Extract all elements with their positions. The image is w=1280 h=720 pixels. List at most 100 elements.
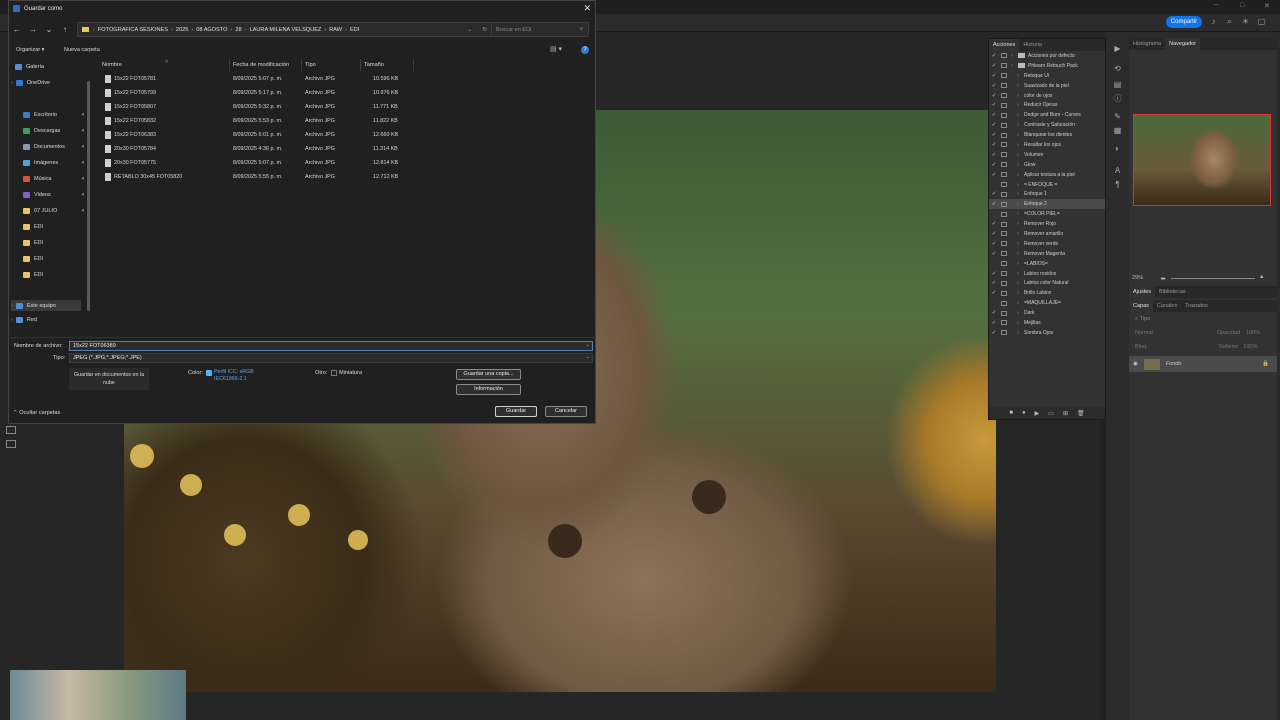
close-icon[interactable]: ✕: [583, 3, 591, 14]
expand-arrow-icon[interactable]: ›: [1017, 152, 1024, 158]
action-item[interactable]: ✓ › Phlearn Retouch Pack: [989, 61, 1105, 71]
delete-icon[interactable]: 🗑: [1077, 410, 1085, 417]
tab-navigator[interactable]: Navegador: [1165, 38, 1201, 50]
action-item[interactable]: ✓ › Retoque Ui: [989, 71, 1105, 81]
expand-arrow-icon[interactable]: ›: [1017, 201, 1024, 207]
hide-folders-button[interactable]: ⌃ Ocultar carpetas: [13, 410, 60, 416]
expand-arrow-icon[interactable]: ›: [1017, 280, 1024, 286]
file-row[interactable]: RETABLO 30x45 FOT05820 8/09/2025 5:55 p. …: [95, 171, 415, 184]
breadcrumb[interactable]: LAURA MILENA VELSQUEZ: [250, 27, 322, 33]
check-icon[interactable]: ✓: [989, 93, 999, 99]
type-select[interactable]: JPEG (*.JPG;*.JPEG;*.JPE) ⌄: [69, 353, 593, 363]
adjust-icon[interactable]: ◐: [1113, 144, 1122, 153]
dialog-toggle-icon[interactable]: [1001, 221, 1007, 227]
dialog-toggle-icon[interactable]: [1001, 122, 1007, 128]
check-icon[interactable]: ✓: [989, 201, 999, 207]
dialog-toggle-icon[interactable]: [1001, 83, 1007, 89]
action-item[interactable]: ✓ › Blanquear los dientes: [989, 130, 1105, 140]
expand-arrow-icon[interactable]: ›: [1017, 221, 1024, 227]
breadcrumb[interactable]: FOTOGRAFICA SESIONES: [98, 27, 168, 33]
chevron-down-icon[interactable]: ⌄: [585, 342, 590, 348]
breadcrumb[interactable]: 28: [235, 27, 241, 33]
zoom-out-icon[interactable]: ▂: [1161, 274, 1165, 280]
check-icon[interactable]: ✓: [989, 83, 999, 89]
tab-actions[interactable]: Acciones: [989, 39, 1020, 51]
action-item[interactable]: ✓ › Enfoque 2: [989, 199, 1105, 210]
check-icon[interactable]: ✓: [989, 271, 999, 277]
nav-folder[interactable]: EDI: [23, 240, 43, 246]
paragraph-icon[interactable]: ¶: [1113, 180, 1122, 189]
expand-arrow-icon[interactable]: ›: [1017, 271, 1024, 277]
action-item[interactable]: ✓ › Remover Magenta: [989, 249, 1105, 259]
refresh-icon[interactable]: ↻: [482, 27, 487, 33]
eye-icon[interactable]: ◉: [1133, 361, 1138, 367]
action-item[interactable]: ✓ › Glow: [989, 160, 1105, 170]
expand-arrow-icon[interactable]: ›: [1017, 300, 1024, 306]
save-button[interactable]: Guardar: [495, 406, 537, 417]
file-row[interactable]: 15x22 FOT05807 8/09/2025 5:32 p. m. Archiv…: [95, 101, 415, 114]
check-icon[interactable]: ✓: [989, 241, 999, 247]
file-row[interactable]: 20x30 FOT05784 8/09/2025 4:36 p. m. Archiv…: [95, 143, 415, 156]
nav-pictures[interactable]: Imágenes ✦: [23, 160, 85, 166]
tab-history[interactable]: Historia: [1019, 39, 1046, 51]
action-item[interactable]: ✓ › Mejillas: [989, 318, 1105, 328]
column-type[interactable]: Tipo: [305, 62, 316, 68]
brush-icon[interactable]: ✎: [1113, 112, 1122, 121]
dialog-toggle-icon[interactable]: [1001, 261, 1007, 267]
dialog-toggle-icon[interactable]: [1001, 271, 1007, 277]
action-item[interactable]: ✓ › Acciones por defecto: [989, 51, 1105, 61]
up-icon[interactable]: ↑: [57, 25, 73, 34]
tab-adjustments[interactable]: Ajustes: [1129, 286, 1156, 298]
nav-desktop[interactable]: Escritorio ✦: [23, 112, 85, 118]
file-row[interactable]: 15x22 FOT05781 8/09/2025 5:07 p. m. Archiv…: [95, 73, 415, 86]
check-icon[interactable]: ✓: [989, 102, 999, 108]
new-action-icon[interactable]: ⊞: [1063, 410, 1068, 417]
dialog-toggle-icon[interactable]: [1001, 53, 1007, 59]
nav-folder[interactable]: 07 JULIO ✦: [23, 208, 85, 214]
nav-scrollbar[interactable]: [87, 81, 90, 311]
check-icon[interactable]: ✓: [989, 221, 999, 227]
back-icon[interactable]: ←: [9, 25, 25, 34]
expand-arrow-icon[interactable]: ›: [1017, 112, 1024, 118]
expand-arrow-icon[interactable]: ›: [1017, 132, 1024, 138]
layer-row[interactable]: ◉ Fondo 🔒: [1129, 356, 1277, 372]
action-item[interactable]: ✓ › Dodge and Burn - Curves: [989, 110, 1105, 120]
expand-arrow-icon[interactable]: ›: [1017, 251, 1024, 257]
column-date[interactable]: Fecha de modificación: [233, 62, 289, 68]
play-icon[interactable]: ▶: [1035, 410, 1040, 417]
expand-arrow-icon[interactable]: ›: [1011, 53, 1018, 59]
check-icon[interactable]: ✓: [989, 290, 999, 296]
layer-filter-type[interactable]: Tipo: [1140, 316, 1151, 322]
action-item[interactable]: ✓ › Enfoque 1: [989, 189, 1105, 199]
cloud-save-button[interactable]: Guardar en documentos en la nube: [69, 368, 149, 390]
dialog-toggle-icon[interactable]: [1001, 290, 1007, 296]
help-icon[interactable]: ?: [581, 46, 589, 54]
dialog-toggle-icon[interactable]: [1001, 330, 1007, 336]
expand-arrow-icon[interactable]: ›: [1017, 102, 1024, 108]
action-item[interactable]: ✓ › Reducir Ojeras: [989, 100, 1105, 110]
dialog-toggle-icon[interactable]: [1001, 191, 1007, 197]
expand-arrow-icon[interactable]: ›: [1017, 310, 1024, 316]
nav-music[interactable]: Música ✦: [23, 176, 85, 182]
nav-folder[interactable]: EDI: [23, 272, 43, 278]
type-icon[interactable]: A: [1113, 166, 1122, 175]
dialog-toggle-icon[interactable]: [1001, 172, 1007, 178]
organize-button[interactable]: Organizar ▾: [16, 47, 44, 53]
screen-mode-icon[interactable]: [6, 440, 16, 448]
zoom-slider[interactable]: [1171, 278, 1255, 279]
action-item[interactable]: › =LABIOS=: [989, 259, 1105, 269]
action-item[interactable]: ✓ › Aplicar textura a la piel: [989, 170, 1105, 180]
history-icon[interactable]: ⟲: [1113, 64, 1122, 73]
record-icon[interactable]: ●: [1022, 410, 1026, 416]
properties-icon[interactable]: ▤: [1113, 80, 1122, 89]
search-input[interactable]: Buscar en EDI ⌕: [491, 22, 589, 37]
action-item[interactable]: › =MAQUILLAJE=: [989, 298, 1105, 308]
tab-channels[interactable]: Canales: [1153, 300, 1181, 312]
blend-mode[interactable]: Normal: [1135, 330, 1153, 336]
dialog-toggle-icon[interactable]: [1001, 300, 1007, 306]
dialog-toggle-icon[interactable]: [1001, 102, 1007, 108]
info-icon[interactable]: ⓘ: [1113, 94, 1122, 103]
tab-libraries[interactable]: Bibliotecas: [1155, 286, 1190, 298]
action-item[interactable]: ✓ › Dark: [989, 308, 1105, 318]
nav-downloads[interactable]: Descargas ✦: [23, 128, 85, 134]
